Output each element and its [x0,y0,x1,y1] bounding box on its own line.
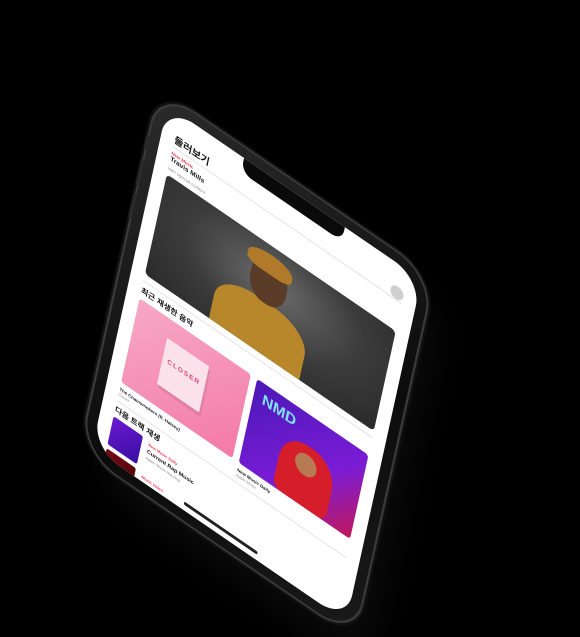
phone-device: 둘러보기 New Music Travis Mills with special… [80,90,434,637]
album-art-label: NMD [260,390,298,430]
mute-switch [143,133,150,150]
stage: 둘러보기 New Music Travis Mills with special… [0,0,580,637]
volume-button [128,191,138,220]
volume-button [135,157,145,186]
phone-screen: 둘러보기 New Music Travis Mills with special… [92,105,422,622]
